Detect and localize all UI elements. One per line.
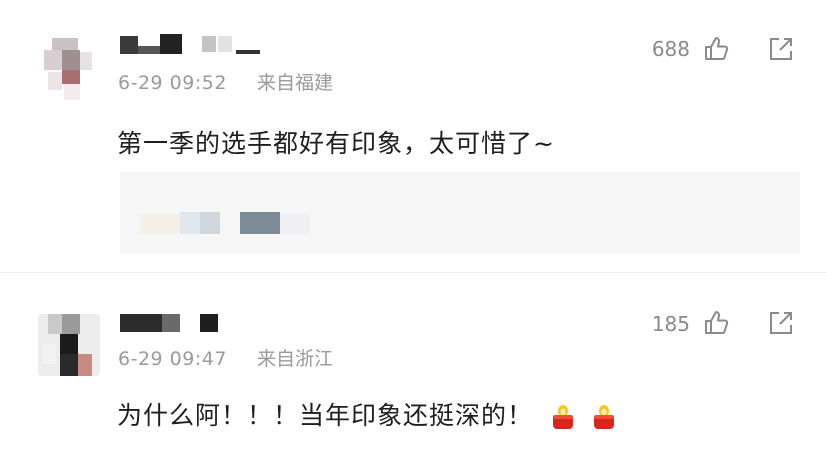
- thumbs-up-icon[interactable]: [700, 308, 730, 338]
- comment-item: 6-29 09:52 来自福建 688 第一季的选手都好有印象，太可惜了~: [0, 0, 826, 273]
- like-count: 688: [651, 37, 690, 61]
- comment-meta: 6-29 09:47 来自浙江: [118, 344, 333, 371]
- username-redacted[interactable]: [120, 312, 224, 334]
- candle-icon: [593, 405, 614, 429]
- comment-time: 6-29 09:52: [118, 72, 227, 94]
- share-icon[interactable]: [766, 34, 796, 64]
- candle-icon: [552, 405, 573, 429]
- comment-location: 来自浙江: [256, 348, 333, 370]
- avatar[interactable]: [38, 314, 100, 376]
- like-count: 185: [651, 312, 690, 336]
- comment-time: 6-29 09:47: [118, 348, 227, 370]
- comment-location: 来自福建: [256, 72, 333, 94]
- username-redacted[interactable]: [120, 34, 282, 56]
- divider: [0, 272, 826, 273]
- comment-meta: 6-29 09:52 来自福建: [118, 68, 333, 95]
- thumbs-up-icon[interactable]: [700, 34, 730, 64]
- share-icon[interactable]: [766, 308, 796, 338]
- comment-content: 为什么阿！！！当年印象还挺深的！: [117, 396, 619, 432]
- comment-text: 第一季的选手都好有印象，太可惜了~: [117, 129, 555, 158]
- avatar[interactable]: [38, 38, 100, 100]
- comment-text: 为什么阿！！！当年印象还挺深的！: [117, 401, 534, 430]
- quoted-preview[interactable]: [120, 172, 800, 254]
- comment-list: 6-29 09:52 来自福建 688 第一季的选手都好有印象，太可惜了~ 6-…: [0, 0, 826, 454]
- comment-item: 6-29 09:47 来自浙江 185 为什么阿！！！当年印象还挺深的！: [0, 290, 826, 454]
